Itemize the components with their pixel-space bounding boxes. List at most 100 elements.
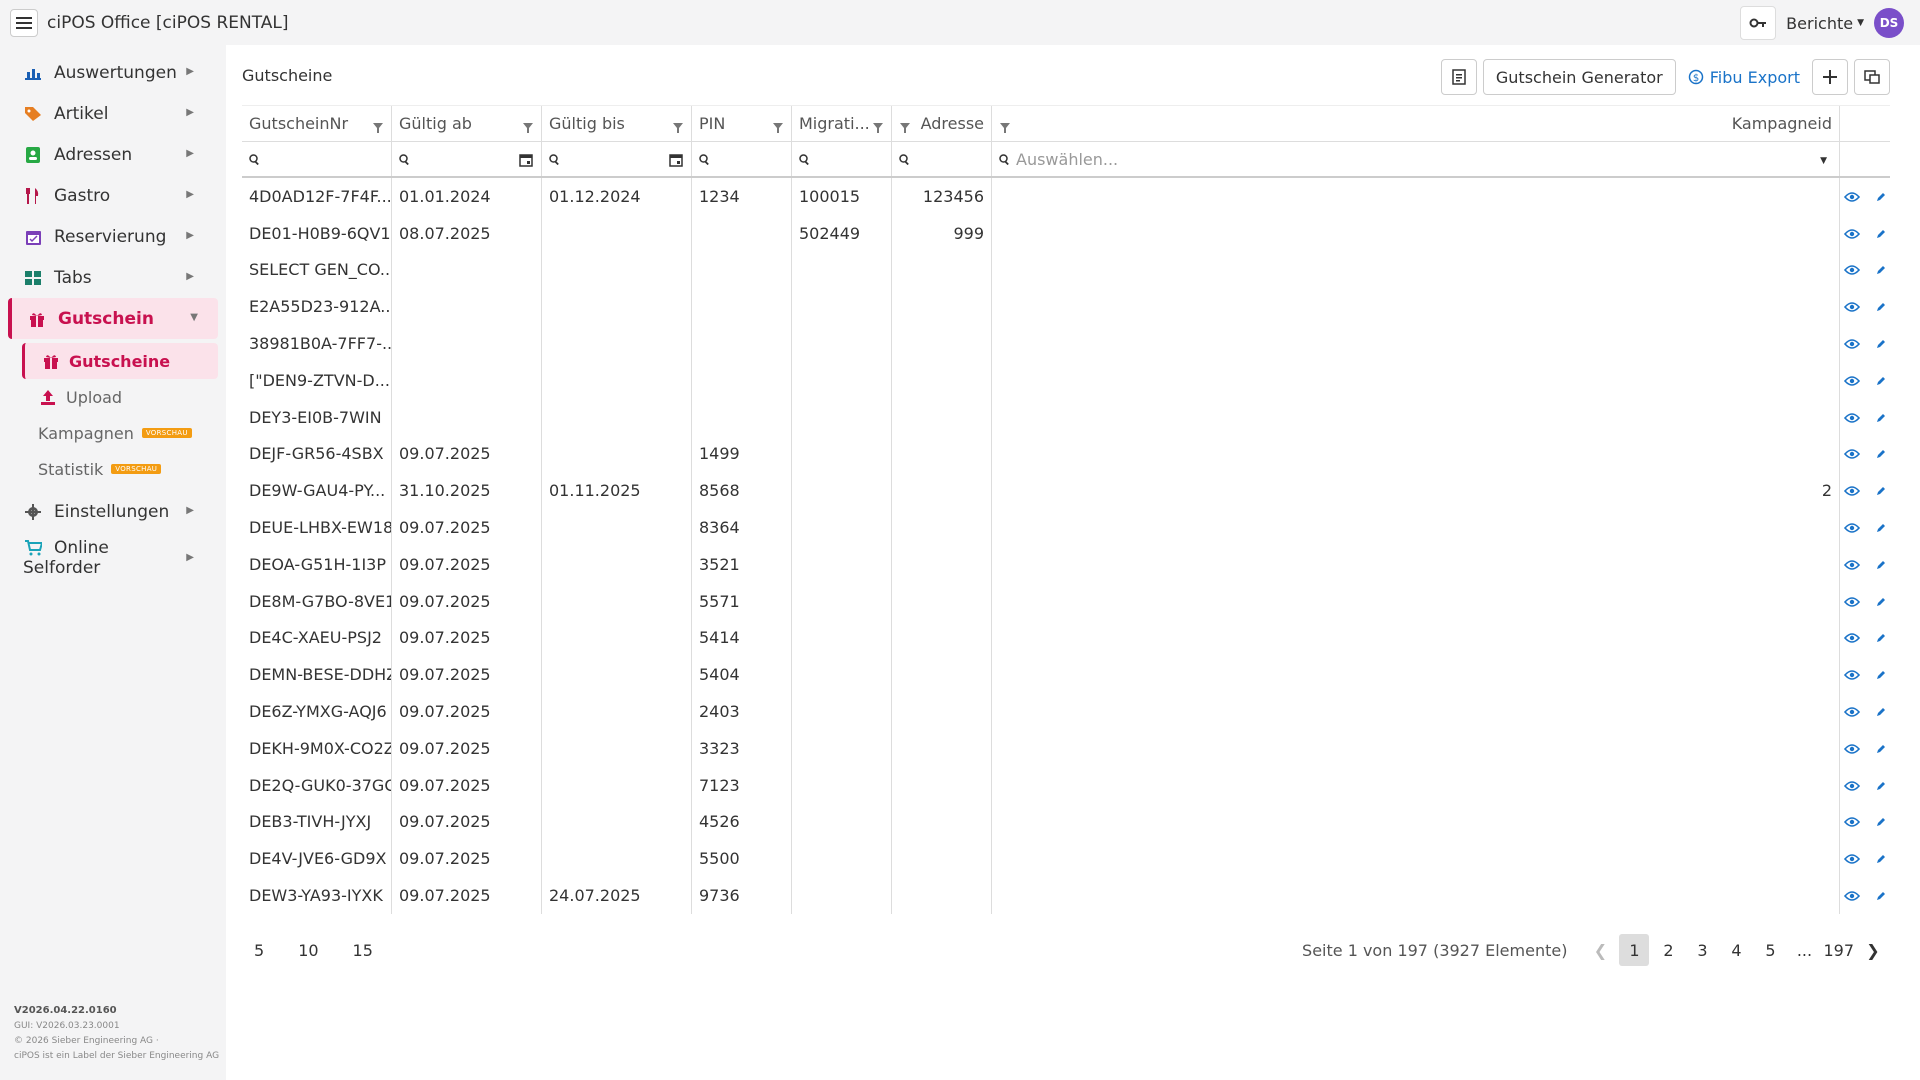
- sidebar-subitem-kampagnen[interactable]: Kampagnen VORSCHAU: [0, 415, 226, 451]
- calendar-icon[interactable]: [669, 152, 683, 171]
- view-icon[interactable]: [1843, 518, 1861, 537]
- next-page-icon[interactable]: ❯: [1858, 934, 1888, 966]
- edit-icon[interactable]: [1876, 555, 1886, 574]
- view-icon[interactable]: [1843, 886, 1861, 905]
- view-icon[interactable]: [1843, 224, 1861, 243]
- edit-icon[interactable]: [1876, 444, 1886, 463]
- edit-icon[interactable]: [1876, 408, 1886, 427]
- filter-input-adresse[interactable]: [892, 142, 992, 176]
- sidebar-item-einstellungen[interactable]: Einstellungen ▶: [0, 491, 226, 532]
- add-button[interactable]: [1812, 59, 1848, 95]
- table-row[interactable]: ["DEN9-ZTVN-D...: [242, 361, 1890, 399]
- edit-icon[interactable]: [1876, 739, 1886, 758]
- table-row[interactable]: DE01-H0B9-6QV1 08.07.2025 502449 999: [242, 214, 1890, 252]
- filter-input-pin[interactable]: [692, 142, 792, 176]
- edit-icon[interactable]: [1876, 776, 1886, 795]
- table-row[interactable]: DE8M-G7BO-8VE1 09.07.2025 5571: [242, 582, 1890, 620]
- gutschein-generator-button[interactable]: Gutschein Generator: [1482, 59, 1676, 95]
- table-row[interactable]: E2A55D23-912A...: [242, 288, 1890, 326]
- page-button-last[interactable]: 197: [1823, 934, 1854, 966]
- edit-icon[interactable]: [1876, 481, 1886, 500]
- filter-icon[interactable]: [523, 118, 533, 137]
- table-row[interactable]: DEKH-9M0X-CO2Z 09.07.2025 3323: [242, 729, 1890, 767]
- sidebar-subitem-statistik[interactable]: Statistik VORSCHAU: [0, 451, 226, 487]
- table-row[interactable]: 4D0AD12F-7F4F... 01.01.2024 01.12.2024 1234…: [242, 178, 1890, 215]
- page-button-2[interactable]: 2: [1653, 934, 1683, 966]
- edit-icon[interactable]: [1876, 371, 1886, 390]
- table-row[interactable]: DE4C-XAEU-PSJ2 09.07.2025 5414: [242, 619, 1890, 657]
- column-header-gueltig-bis[interactable]: Gültig bis: [542, 106, 692, 141]
- filter-icon[interactable]: [900, 118, 910, 137]
- table-row[interactable]: DEOA-G51H-1I3P 09.07.2025 3521: [242, 545, 1890, 583]
- edit-icon[interactable]: [1876, 665, 1886, 684]
- column-header-kampagneid[interactable]: Kampagneid: [992, 106, 1840, 141]
- filter-icon[interactable]: [873, 118, 883, 137]
- chevron-down-icon[interactable]: ▼: [1820, 156, 1827, 166]
- table-row[interactable]: DEY3-EI0B-7WIN: [242, 398, 1890, 436]
- table-row[interactable]: DE6Z-YMXG-AQJ6 09.07.2025 2403: [242, 693, 1890, 730]
- filter-icon[interactable]: [373, 118, 383, 137]
- sidebar-item-adressen[interactable]: Adressen ▶: [0, 134, 226, 175]
- view-icon[interactable]: [1843, 702, 1861, 721]
- edit-icon[interactable]: [1876, 297, 1886, 316]
- view-icon[interactable]: [1843, 665, 1861, 684]
- view-icon[interactable]: [1843, 739, 1861, 758]
- edit-icon[interactable]: [1876, 224, 1886, 243]
- view-icon[interactable]: [1843, 592, 1861, 611]
- sidebar-item-auswertungen[interactable]: Auswertungen ▶: [0, 52, 226, 93]
- table-row[interactable]: DE2Q-GUK0-37GC 09.07.2025 7123: [242, 766, 1890, 804]
- page-size-10[interactable]: 10: [298, 941, 318, 960]
- filter-input-gueltig-ab[interactable]: [392, 142, 542, 176]
- view-icon[interactable]: [1843, 371, 1861, 390]
- edit-icon[interactable]: [1876, 849, 1886, 868]
- edit-icon[interactable]: [1876, 260, 1886, 279]
- page-button-5[interactable]: 5: [1755, 934, 1785, 966]
- page-size-5[interactable]: 5: [254, 941, 264, 960]
- filter-icon[interactable]: [673, 118, 683, 137]
- filter-input-gutscheinnr[interactable]: [242, 142, 392, 176]
- edit-icon[interactable]: [1876, 812, 1886, 831]
- column-header-gueltig-ab[interactable]: Gültig ab: [392, 106, 542, 141]
- view-icon[interactable]: [1843, 628, 1861, 647]
- view-icon[interactable]: [1843, 444, 1861, 463]
- table-row[interactable]: SELECT GEN_CO...: [242, 251, 1890, 289]
- view-icon[interactable]: [1843, 776, 1861, 795]
- prev-page-icon[interactable]: ❮: [1585, 934, 1615, 966]
- table-row[interactable]: DEJF-GR56-4SBX 09.07.2025 1499: [242, 435, 1890, 473]
- edit-icon[interactable]: [1876, 187, 1886, 206]
- filter-input-migration[interactable]: [792, 142, 892, 176]
- view-icon[interactable]: [1843, 297, 1861, 316]
- berichte-menu[interactable]: Berichte ▼: [1786, 14, 1864, 33]
- edit-icon[interactable]: [1876, 628, 1886, 647]
- column-header-gutscheinnr[interactable]: GutscheinNr: [242, 106, 392, 141]
- sidebar-item-artikel[interactable]: Artikel ▶: [0, 93, 226, 134]
- view-icon[interactable]: [1843, 408, 1861, 427]
- sidebar-item-gutschein[interactable]: Gutschein ▼: [8, 298, 218, 339]
- export-button[interactable]: [1440, 59, 1477, 95]
- table-row[interactable]: DEW3-YA93-IYXK 09.07.2025 24.07.2025 9736: [242, 877, 1890, 914]
- column-header-pin[interactable]: PIN: [692, 106, 792, 141]
- sidebar-subitem-upload[interactable]: Upload: [0, 379, 226, 415]
- page-button-1[interactable]: 1: [1619, 934, 1650, 966]
- view-icon[interactable]: [1843, 481, 1861, 500]
- sidebar-subitem-gutscheine[interactable]: Gutscheine: [22, 343, 218, 379]
- calendar-icon[interactable]: [519, 152, 533, 171]
- menu-icon[interactable]: [10, 8, 38, 37]
- filter-icon[interactable]: [1000, 118, 1010, 137]
- filter-input-gueltig-bis[interactable]: [542, 142, 692, 176]
- view-icon[interactable]: [1843, 260, 1861, 279]
- sidebar-item-gastro[interactable]: Gastro ▶: [0, 175, 226, 216]
- column-chooser-button[interactable]: [1854, 59, 1890, 95]
- view-icon[interactable]: [1843, 187, 1861, 206]
- table-row[interactable]: DEUE-LHBX-EW18 09.07.2025 8364: [242, 509, 1890, 546]
- view-icon[interactable]: [1843, 555, 1861, 574]
- edit-icon[interactable]: [1876, 592, 1886, 611]
- page-button-3[interactable]: 3: [1687, 934, 1717, 966]
- table-row[interactable]: DEMN-BESE-DDHZ 09.07.2025 5404: [242, 656, 1890, 694]
- page-size-15[interactable]: 15: [353, 941, 373, 960]
- view-icon[interactable]: [1843, 849, 1861, 868]
- column-header-adresse[interactable]: Adresse: [892, 106, 992, 141]
- view-icon[interactable]: [1843, 334, 1861, 353]
- fibu-export-button[interactable]: $ Fibu Export: [1681, 59, 1806, 95]
- table-row[interactable]: DE9W-GAU4-PY... 31.10.2025 01.11.2025 8568 2: [242, 472, 1890, 510]
